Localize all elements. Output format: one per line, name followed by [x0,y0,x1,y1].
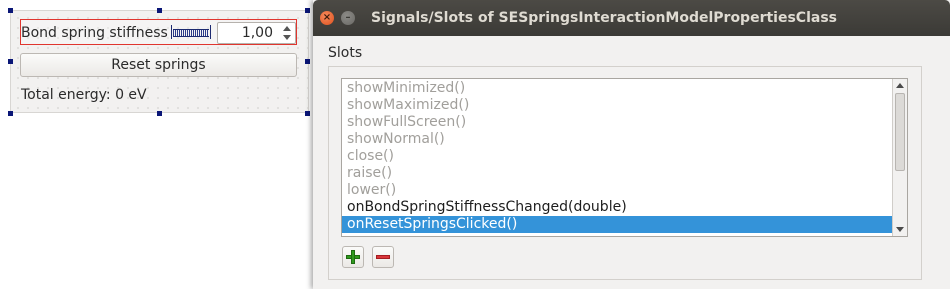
slider-track [173,29,209,37]
close-icon[interactable]: × [320,11,334,25]
total-energy-label: Total energy: 0 eV [21,87,147,103]
signals-slots-dialog: × – Signals/Slots of SESpringsInteractio… [313,0,950,289]
remove-slot-button[interactable] [372,246,394,268]
minus-icon [376,255,390,259]
scroll-up-icon[interactable] [896,83,904,88]
reset-springs-button[interactable]: Reset springs [20,53,297,77]
slots-list[interactable]: showMinimized() showMaximized() showFullSc… [341,78,908,237]
bond-stiffness-slider[interactable] [171,25,211,39]
slot-list-item[interactable]: showMaximized() [342,97,893,114]
resize-handle-top-left[interactable] [8,8,13,13]
slot-list-item[interactable]: onBondSpringStiffnessChanged(double) [342,199,893,216]
slot-list-item[interactable]: lower() [342,182,893,199]
slider-left-edge [171,25,172,39]
resize-handle-middle-right[interactable] [305,59,310,64]
spin-down-icon[interactable] [283,35,291,40]
slot-list-item[interactable]: showNormal() [342,131,893,148]
slot-list-item[interactable]: raise() [342,165,893,182]
minimize-icon[interactable]: – [341,11,355,25]
resize-handle-bottom-center[interactable] [157,111,162,116]
dialog-title: Signals/Slots of SESpringsInteractionMod… [371,10,837,26]
plus-icon-vertical [351,250,355,264]
resize-handle-bottom-right[interactable] [305,111,310,116]
slider-right-edge [210,25,211,39]
slots-list-scrollbar[interactable] [892,79,907,236]
spin-up-icon[interactable] [283,26,291,31]
slot-list-item[interactable]: showFullScreen() [342,114,893,131]
resize-handle-top-right[interactable] [305,8,310,13]
scroll-down-icon[interactable] [896,227,904,232]
slot-list-item[interactable]: showMinimized() [342,80,893,97]
stiffness-spinbox[interactable]: 1,00 [217,22,296,44]
resize-handle-middle-left[interactable] [8,59,13,64]
resize-handle-bottom-left[interactable] [8,111,13,116]
resize-handle-top-center[interactable] [157,8,162,13]
slots-section-label: Slots [328,45,363,61]
bond-stiffness-label: Bond spring stiffness [21,25,168,41]
slot-list-item[interactable]: close() [342,148,893,165]
scrollbar-thumb[interactable] [895,93,905,171]
stiffness-value: 1,00 [241,25,273,41]
slot-list-item[interactable]: onResetSpringsClicked() [342,216,893,233]
add-slot-button[interactable] [342,246,364,268]
dialog-titlebar[interactable]: × – Signals/Slots of SESpringsInteractio… [313,0,950,36]
